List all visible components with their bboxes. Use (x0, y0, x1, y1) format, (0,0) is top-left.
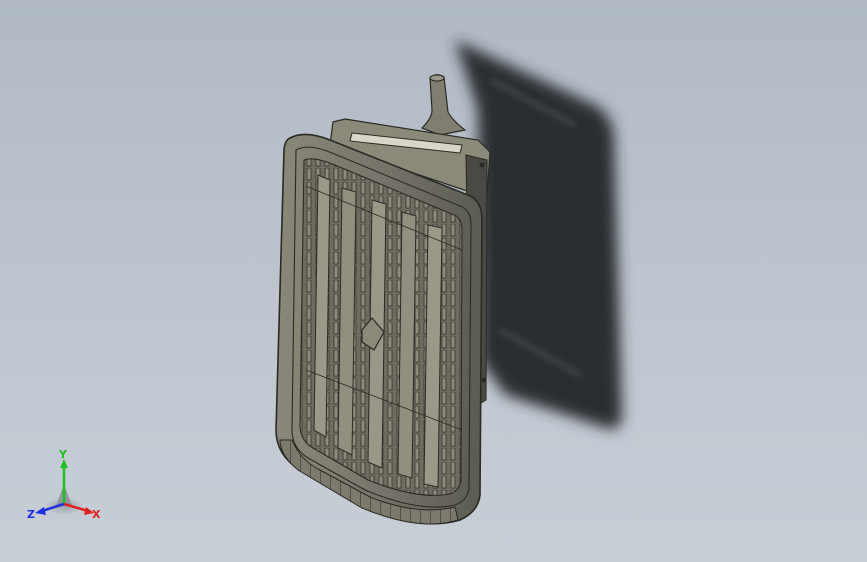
model-scene[interactable] (0, 0, 867, 562)
z-axis-label: Z (27, 508, 35, 521)
y-axis-label: Y (58, 448, 68, 461)
graphics-viewport[interactable]: Y X Z (0, 0, 867, 562)
x-axis-label: X (92, 508, 101, 521)
top-nozzle (420, 74, 467, 136)
orientation-triad[interactable]: Y X Z (24, 446, 108, 528)
z-axis-arrow-icon (35, 507, 46, 515)
